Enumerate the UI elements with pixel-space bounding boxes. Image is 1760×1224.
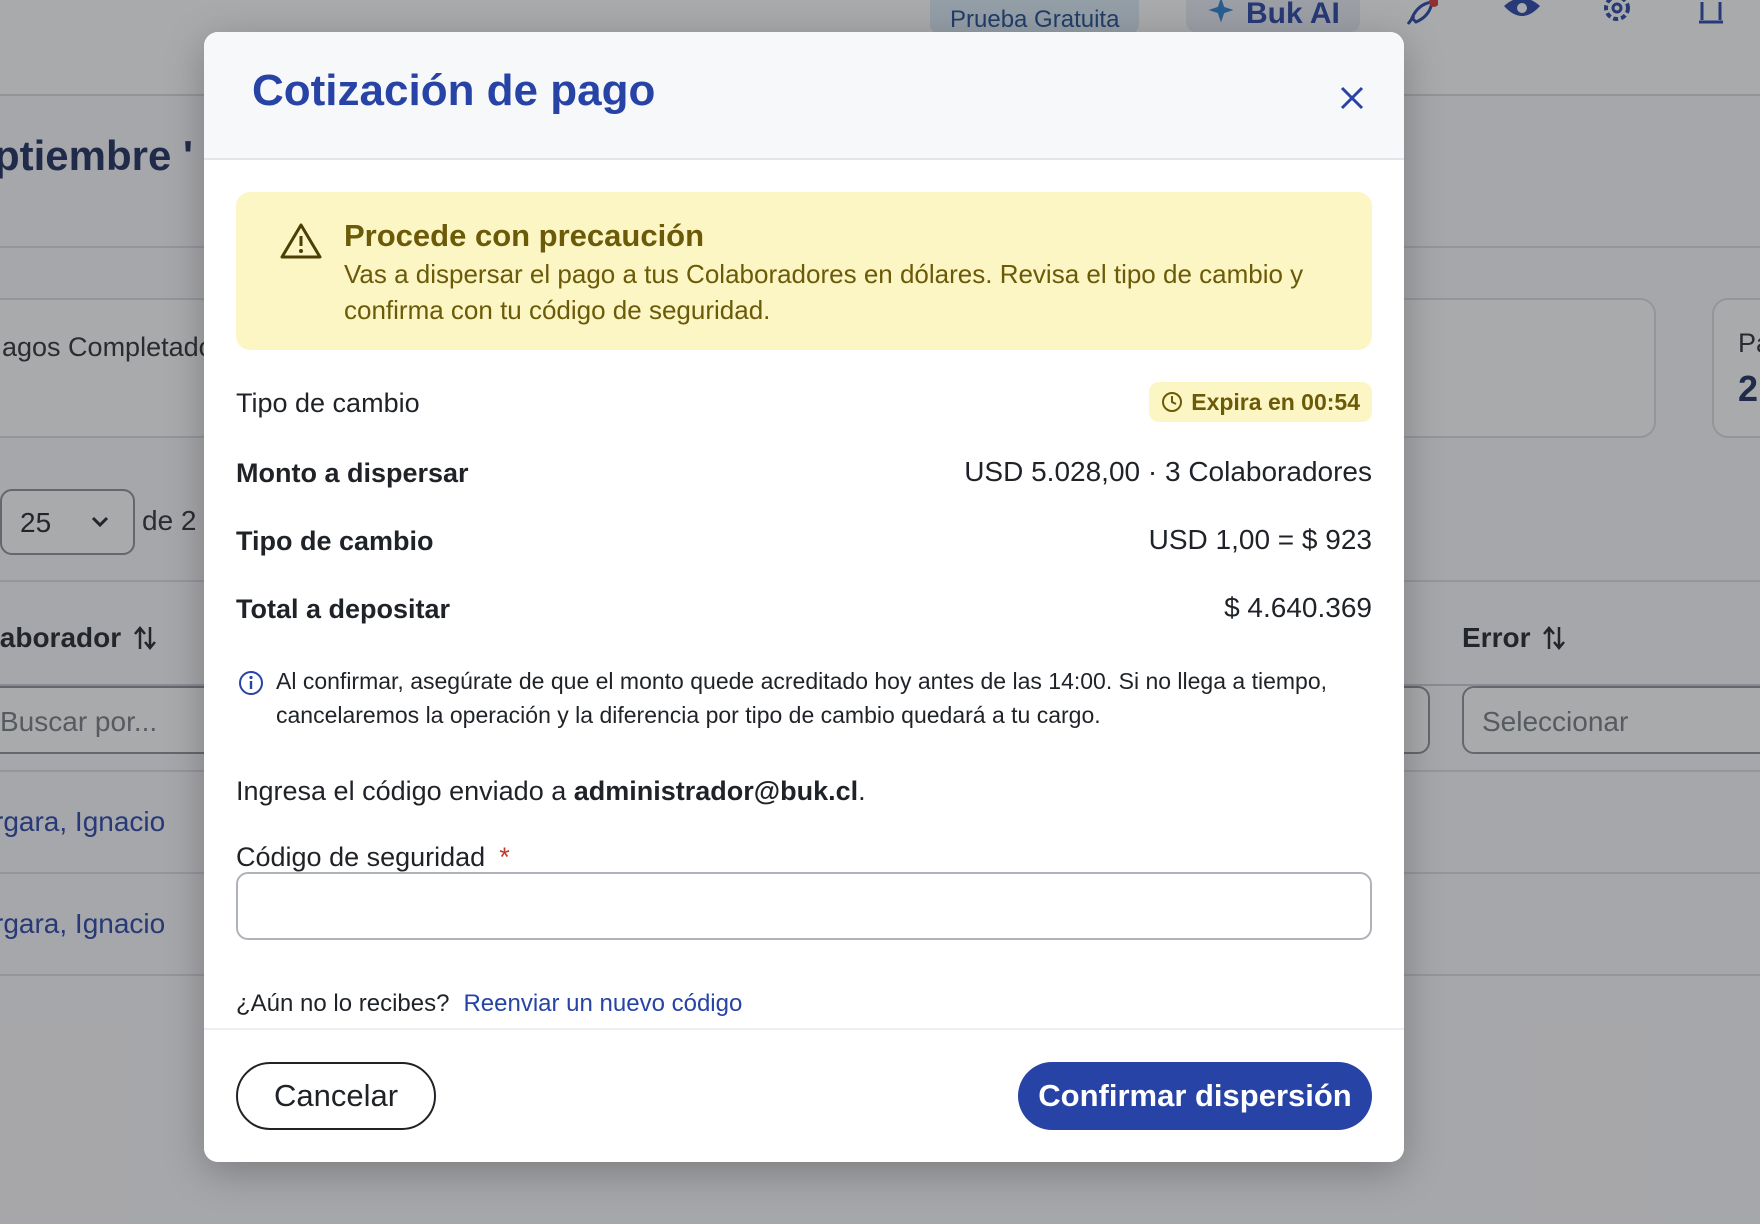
amount-value: USD 5.028,00 · 3 Colaboradores xyxy=(964,456,1372,487)
resend-code-link[interactable]: Reenviar un nuevo código xyxy=(463,990,742,1018)
cancel-button[interactable]: Cancelar xyxy=(236,1062,436,1130)
required-mark: * xyxy=(499,842,510,872)
resend-question: ¿Aún no lo recibes? xyxy=(236,990,450,1017)
security-code-input[interactable] xyxy=(236,872,1372,940)
code-sent-suffix: . xyxy=(858,776,866,806)
security-code-label: Código de seguridad * xyxy=(236,842,510,873)
expiry-label: Expira en 00:54 xyxy=(1191,388,1360,415)
exchange-rate-value: USD 1,00 = $ 923 xyxy=(1148,524,1372,555)
modal-header: Cotización de pago xyxy=(204,32,1404,160)
info-icon xyxy=(239,671,263,695)
exchange-section-label: Tipo de cambio xyxy=(236,388,420,418)
close-icon[interactable] xyxy=(1334,80,1370,116)
modal-footer: Cancelar Confirmar dispersión xyxy=(204,1028,1404,1162)
resend-line: ¿Aún no lo recibes? Reenviar un nuevo có… xyxy=(236,990,742,1018)
exchange-rate-label: Tipo de cambio xyxy=(236,526,434,556)
code-sent-email: administrador@buk.cl xyxy=(573,776,859,806)
deadline-notice: Al confirmar, asegúrate de que el monto … xyxy=(276,668,1328,728)
total-value: $ 4.640.369 xyxy=(1224,592,1372,623)
expiry-badge: Expira en 00:54 xyxy=(1149,382,1372,422)
modal-title: Cotización de pago xyxy=(252,66,656,115)
amount-label: Monto a dispersar xyxy=(236,458,469,488)
code-sent-prefix: Ingresa el código enviado a xyxy=(236,776,574,806)
security-code-label-text: Código de seguridad xyxy=(236,842,486,872)
alert-title: Procede con precaución xyxy=(344,218,705,253)
clock-icon xyxy=(1162,392,1183,412)
confirm-dispersion-button[interactable]: Confirmar dispersión xyxy=(1018,1062,1372,1130)
warning-triangle-icon xyxy=(280,223,322,259)
code-sent-text: Ingresa el código enviado a administrado… xyxy=(236,776,866,807)
alert-text: Vas a dispersar el pago a tus Colaborado… xyxy=(344,259,1304,325)
total-label: Total a depositar xyxy=(236,594,451,624)
payment-quote-modal: Cotización de pago Procede con precaució… xyxy=(204,32,1404,1162)
caution-alert: Procede con precaución Vas a dispersar e… xyxy=(236,192,1372,350)
